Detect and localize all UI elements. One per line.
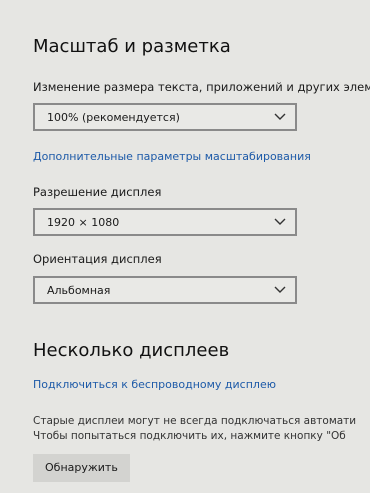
chevron-down-icon — [274, 286, 286, 293]
resolution-dropdown[interactable]: 1920 × 1080 — [33, 208, 297, 236]
display-settings-page: Масштаб и разметка Изменение размера тек… — [0, 0, 370, 493]
wireless-display-link[interactable]: Подключиться к беспроводному дисплею — [33, 378, 276, 391]
multiple-displays-description-line2: Чтобы попытаться подключить их, нажмите … — [33, 430, 346, 442]
text-size-value: 100% (рекомендуется) — [47, 111, 180, 124]
multiple-displays-heading: Несколько дисплеев — [33, 340, 230, 361]
chevron-down-icon — [274, 113, 286, 120]
multiple-displays-description-line1: Старые дисплеи могут не всегда подключат… — [33, 415, 357, 427]
orientation-label: Ориентация дисплея — [33, 252, 162, 266]
detect-button[interactable]: Обнаружить — [33, 454, 130, 482]
text-size-label: Изменение размера текста, приложений и д… — [33, 80, 370, 94]
resolution-value: 1920 × 1080 — [47, 216, 120, 229]
orientation-value: Альбомная — [47, 284, 111, 297]
resolution-label: Разрешение дисплея — [33, 185, 162, 199]
advanced-scaling-link[interactable]: Дополнительные параметры масштабирования — [33, 150, 311, 163]
scale-layout-heading: Масштаб и разметка — [33, 36, 231, 57]
chevron-down-icon — [274, 218, 286, 225]
orientation-dropdown[interactable]: Альбомная — [33, 276, 297, 304]
text-size-dropdown[interactable]: 100% (рекомендуется) — [33, 103, 297, 131]
